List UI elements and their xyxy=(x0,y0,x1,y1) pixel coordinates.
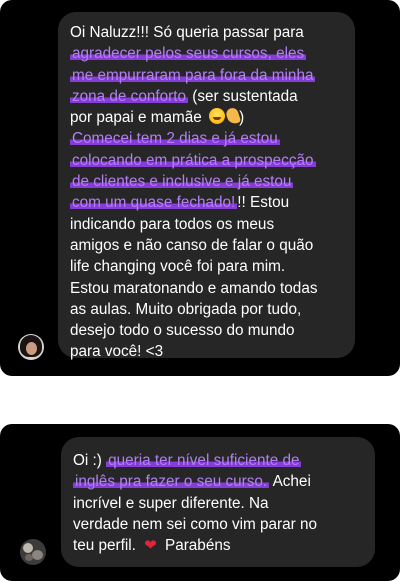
message-text: Oi Naluzz!!! Só queria passar para xyxy=(70,24,304,41)
avatar-face xyxy=(26,342,37,355)
avatar-detail xyxy=(23,543,33,553)
message-line: amigos e não canso de falar o quão xyxy=(70,235,343,256)
message-text: (ser sustentada xyxy=(187,87,298,105)
message-line: me empurraram para fora da minha xyxy=(70,65,343,86)
message-text: incrível e super diferente. Na xyxy=(73,494,269,512)
message-line: indicando para todos os meus xyxy=(70,214,343,235)
laughing-face-icon xyxy=(209,108,226,125)
message-line: desejo todo o sucesso do mundo xyxy=(70,320,343,341)
sender-avatar[interactable] xyxy=(18,334,44,360)
highlighted-text: colocando em prática a prospecção xyxy=(70,151,316,169)
message-line: com um quase fechado!!! Estou xyxy=(70,192,343,213)
highlighted-text: me empurraram para fora da minha xyxy=(70,66,316,84)
message-bubble[interactable]: Oi Naluzz!!! Só queria passar para agrad… xyxy=(58,12,355,360)
message-line: teu perfil. ❤ Parabéns xyxy=(73,535,363,556)
highlighted-text: queria ter nível suficiente de xyxy=(106,452,302,469)
message-line: Oi Naluzz!!! Só queria passar para xyxy=(70,22,343,43)
message-line: de clientes e inclusive e já estou xyxy=(70,171,343,192)
message-line: Oi :) queria ter nível suficiente de xyxy=(73,450,363,471)
message-line: colocando em prática a prospecção xyxy=(70,150,343,171)
message-text: Estou maratonando e amando todas xyxy=(70,279,318,297)
message-text: !! Estou xyxy=(237,194,290,212)
message-line: por papai e mamãe ) xyxy=(70,106,343,128)
highlighted-text: Comecei tem 2 dias e já estou xyxy=(70,130,280,148)
message-line: life changing você foi para mim. xyxy=(70,256,343,277)
highlighted-text: inglês pra fazer o seu curso. xyxy=(73,473,270,491)
message-text: teu perfil. xyxy=(73,537,141,555)
message-line: Estou maratonando e amando todas xyxy=(70,278,343,299)
message-text: desejo todo o sucesso do mundo xyxy=(70,322,295,340)
message-text: amigos e não canso de falar o quão xyxy=(70,236,314,254)
sender-avatar[interactable] xyxy=(20,539,46,565)
avatar-detail xyxy=(32,550,43,560)
message-text: para você! <3 xyxy=(70,343,164,361)
message-line: para você! <3 xyxy=(70,341,343,362)
highlighted-text: de clientes e inclusive e já estou xyxy=(70,173,294,191)
message-bubble[interactable]: Oi :) queria ter nível suficiente de ing… xyxy=(61,437,375,567)
red-heart-icon: ❤ xyxy=(144,536,157,555)
message-text: life changing você foi para mim. xyxy=(70,258,286,276)
highlighted-text: agradecer pelos seus cursos, eles xyxy=(70,45,307,63)
message-text: Oi :) xyxy=(73,452,107,469)
message-text: as aulas. Muito obrigada por tudo, xyxy=(70,300,302,318)
message-line: incrível e super diferente. Na xyxy=(73,493,363,514)
message-line: verdade nem sei como vim parar no xyxy=(73,514,363,535)
message-panel-2: Oi :) queria ter nível suficiente de ing… xyxy=(0,424,400,581)
message-line: inglês pra fazer o seu curso. Achei xyxy=(73,471,363,492)
message-line: as aulas. Muito obrigada por tudo, xyxy=(70,299,343,320)
message-line: Comecei tem 2 dias e já estou xyxy=(70,128,343,149)
message-text: indicando para todos os meus xyxy=(70,215,275,233)
highlighted-text: zona de conforto xyxy=(70,87,188,105)
message-panel-1: Oi Naluzz!!! Só queria passar para agrad… xyxy=(0,0,400,376)
message-text: por papai e mamãe xyxy=(70,109,207,127)
message-line: zona de conforto (ser sustentada xyxy=(70,86,343,107)
highlighted-text: com um quase fechado! xyxy=(70,194,238,212)
message-text: Parabéns xyxy=(160,537,231,555)
message-line: agradecer pelos seus cursos, eles xyxy=(70,43,343,64)
message-text: Achei xyxy=(269,473,311,491)
avatar-detail xyxy=(25,554,33,561)
message-text: verdade nem sei como vim parar no xyxy=(73,515,318,533)
